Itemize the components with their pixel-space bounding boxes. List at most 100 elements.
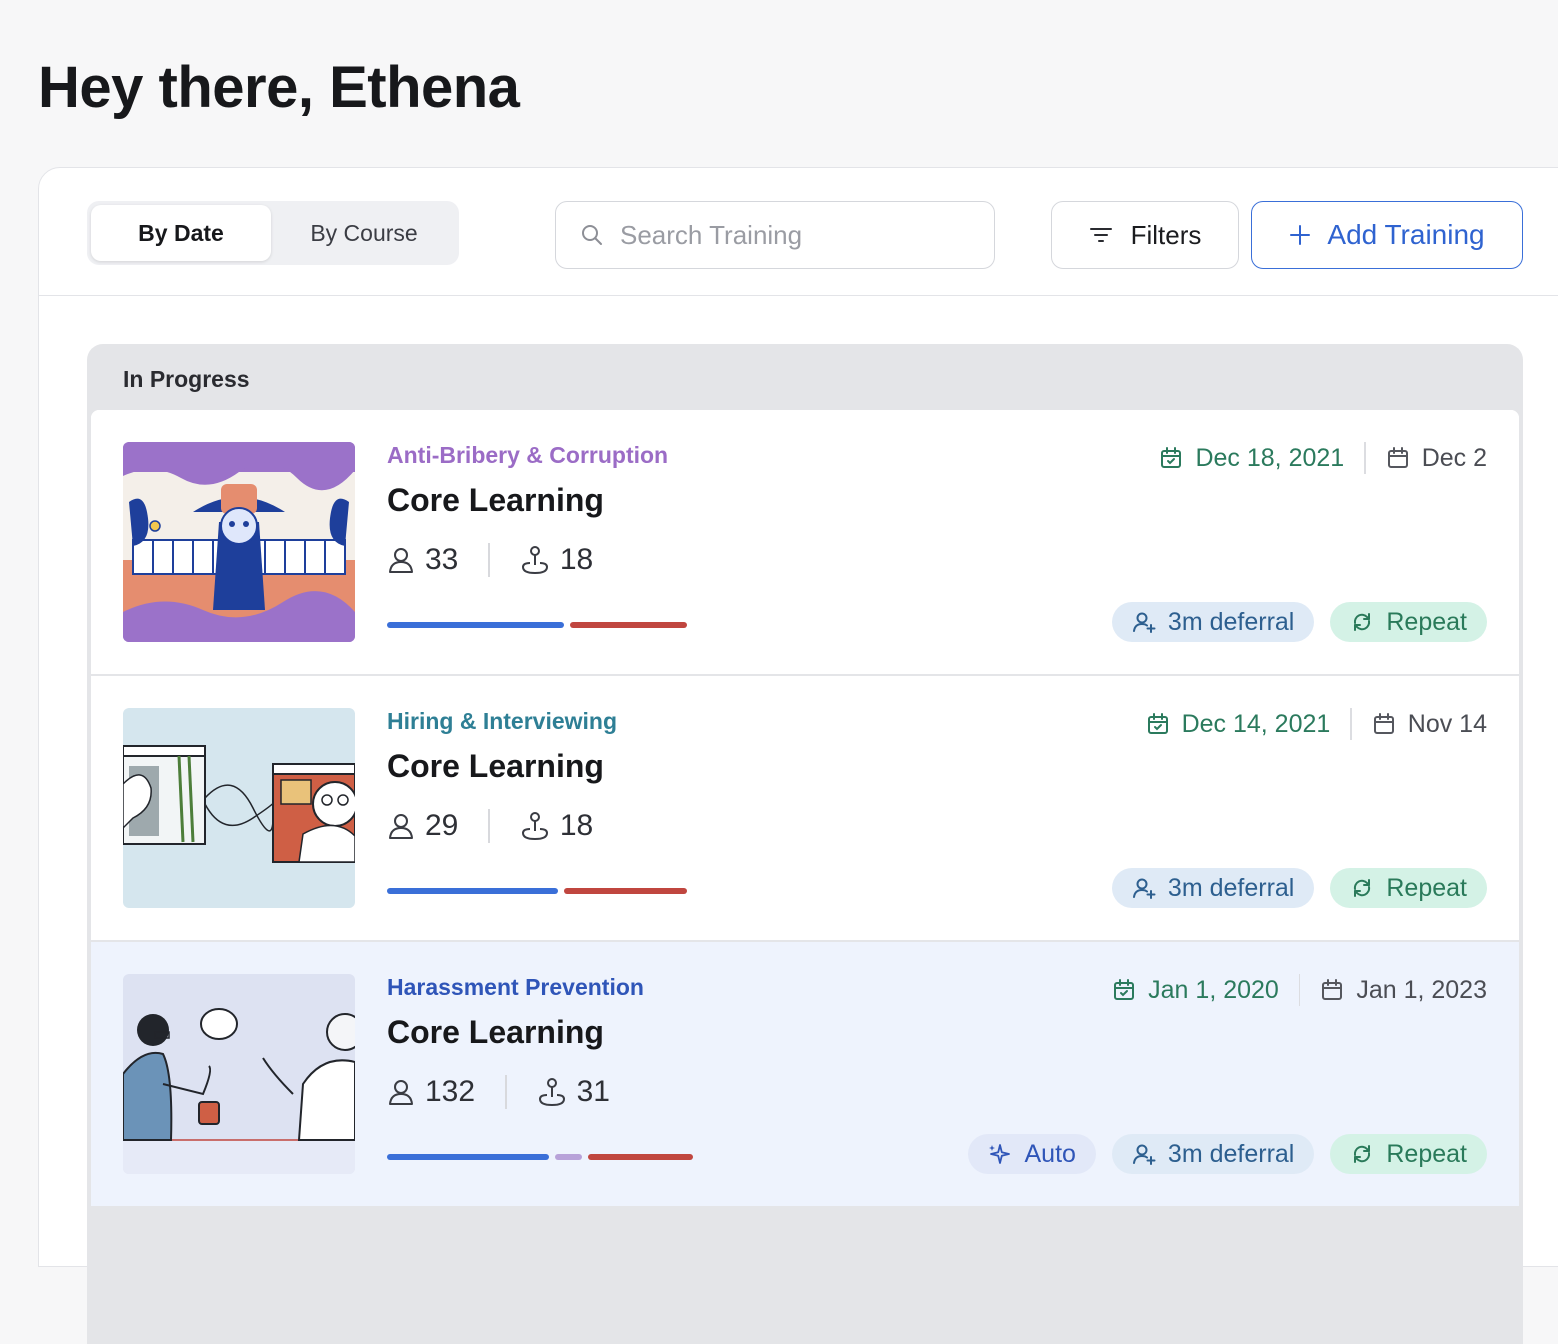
person-icon xyxy=(389,1080,413,1105)
training-row[interactable]: Hiring & Interviewing Core Learning 29 1… xyxy=(91,676,1519,942)
due-date-text: Jan 1, 2020 xyxy=(1148,975,1279,1004)
due-date-text: Dec 18, 2021 xyxy=(1195,443,1345,472)
date-divider xyxy=(1298,974,1301,1006)
joystick-icon xyxy=(538,1078,565,1107)
repeat-icon xyxy=(1354,613,1371,631)
learners-stat: 33 xyxy=(387,543,458,577)
repeat-tag[interactable]: Repeat xyxy=(1330,602,1487,642)
joystick-icon xyxy=(521,812,548,841)
toggle-by-course[interactable]: By Course xyxy=(273,205,455,261)
auto-label: Auto xyxy=(1024,1139,1076,1168)
training-row[interactable]: Harassment Prevention Core Learning 132 xyxy=(91,942,1519,1208)
course-category[interactable]: Harassment Prevention xyxy=(387,974,644,1001)
stat-divider xyxy=(505,1075,507,1109)
deferral-label: 3m deferral xyxy=(1167,607,1295,636)
course-category[interactable]: Hiring & Interviewing xyxy=(387,708,617,735)
due-date-text: Dec 14, 2021 xyxy=(1181,709,1331,738)
progress-segment xyxy=(555,1154,582,1160)
deferral-tag[interactable]: 3m deferral xyxy=(1111,868,1315,908)
video-call-illustration xyxy=(123,708,355,908)
progress-segment xyxy=(564,888,687,894)
end-date-text: Dec 2 xyxy=(1421,443,1487,472)
calendar-check-icon xyxy=(1161,447,1182,468)
progress-segment xyxy=(387,1154,549,1160)
progress-segment xyxy=(570,622,687,628)
toolbar: By Date By Course Filters Add Trainin xyxy=(39,168,1558,296)
course-thumbnail xyxy=(123,708,355,908)
end-date: Dec 2 xyxy=(1386,444,1487,473)
person-icon xyxy=(389,814,413,839)
completed-count: 18 xyxy=(559,809,594,842)
scarecrow-illustration xyxy=(123,442,355,642)
date-divider xyxy=(1350,708,1352,740)
progress-segment xyxy=(588,1154,693,1160)
course-dates: Jan 1, 2020 Jan 1, 2023 xyxy=(1112,974,1487,1006)
repeat-label: Repeat xyxy=(1386,873,1467,902)
joystick-icon xyxy=(521,546,548,575)
calendar-icon xyxy=(1322,979,1343,1000)
course-stats: 132 31 xyxy=(387,1074,610,1110)
user-plus-icon xyxy=(1132,1144,1156,1165)
page-title: Hey there, Ethena xyxy=(38,55,520,120)
user-plus-icon xyxy=(1132,612,1156,633)
deferral-tag[interactable]: 3m deferral xyxy=(1111,602,1315,642)
toggle-by-date[interactable]: By Date xyxy=(91,205,271,261)
learners-count: 33 xyxy=(425,543,459,576)
add-training-button[interactable]: Add Training xyxy=(1251,201,1523,269)
end-date: Jan 1, 2023 xyxy=(1320,976,1487,1005)
completed-count: 31 xyxy=(576,1075,610,1108)
user-plus-icon xyxy=(1132,878,1156,899)
course-thumbnail xyxy=(123,442,355,642)
course-stats: 33 18 xyxy=(387,542,593,578)
repeat-icon xyxy=(1354,1145,1371,1163)
search-box[interactable] xyxy=(555,201,995,269)
completed-stat: 31 xyxy=(537,1075,610,1109)
trainings-panel: By Date By Course Filters Add Trainin xyxy=(38,167,1558,1344)
course-category[interactable]: Anti-Bribery & Corruption xyxy=(387,442,668,469)
learners-stat: 132 xyxy=(387,1075,475,1109)
course-title[interactable]: Core Learning xyxy=(387,1014,604,1051)
progress-bar xyxy=(387,888,687,894)
end-date-text: Jan 1, 2023 xyxy=(1356,975,1487,1004)
calendar-icon xyxy=(1387,447,1408,468)
add-training-label: Add Training xyxy=(1327,219,1485,250)
course-title[interactable]: Core Learning xyxy=(387,748,604,785)
due-date: Jan 1, 2020 xyxy=(1112,976,1279,1005)
due-date: Dec 14, 2021 xyxy=(1146,709,1331,739)
filters-label: Filters xyxy=(1130,219,1202,250)
conversation-illustration xyxy=(123,974,355,1174)
training-row[interactable]: Anti-Bribery & Corruption Core Learning … xyxy=(91,410,1519,676)
repeat-tag[interactable]: Repeat xyxy=(1330,1134,1487,1174)
progress-bar xyxy=(387,622,687,628)
filters-button[interactable]: Filters xyxy=(1051,201,1239,269)
course-dates: Dec 14, 2021 Nov 14 xyxy=(1146,708,1487,740)
course-thumbnail xyxy=(123,974,355,1174)
section-title: In Progress xyxy=(123,366,250,392)
date-divider xyxy=(1364,442,1366,474)
completed-count: 18 xyxy=(559,543,594,576)
end-date: Nov 14 xyxy=(1372,710,1487,739)
search-icon xyxy=(582,225,602,245)
learners-count: 132 xyxy=(425,1075,476,1108)
course-dates: Dec 18, 2021 Dec 2 xyxy=(1159,442,1487,474)
search-input[interactable] xyxy=(620,219,940,251)
auto-tag[interactable]: Auto xyxy=(968,1134,1096,1174)
sparkle-icon xyxy=(989,1144,1011,1164)
repeat-icon xyxy=(1354,879,1371,897)
progress-segment xyxy=(387,888,558,894)
repeat-tag[interactable]: Repeat xyxy=(1330,868,1487,908)
course-title[interactable]: Core Learning xyxy=(387,482,604,519)
stat-divider xyxy=(488,543,490,577)
completed-stat: 18 xyxy=(520,543,593,577)
calendar-check-icon xyxy=(1114,979,1135,1000)
calendar-check-icon xyxy=(1147,713,1168,734)
course-tags: Auto 3m deferral Repeat xyxy=(968,1134,1487,1174)
deferral-tag[interactable]: 3m deferral xyxy=(1111,1134,1315,1174)
learners-stat: 29 xyxy=(387,809,458,843)
course-tags: 3m deferral Repeat xyxy=(1111,868,1487,908)
progress-bar xyxy=(387,1154,693,1160)
training-list: Anti-Bribery & Corruption Core Learning … xyxy=(91,410,1519,1208)
repeat-label: Repeat xyxy=(1386,1139,1467,1168)
view-toggle: By Date By Course xyxy=(87,201,459,265)
completed-stat: 18 xyxy=(520,809,593,843)
